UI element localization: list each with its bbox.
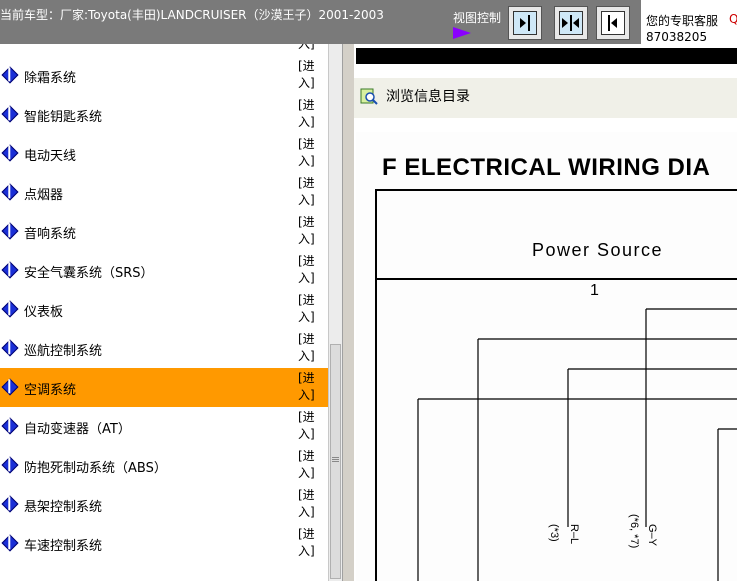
list-item[interactable]: 悬架控制系统 [进入] bbox=[0, 485, 328, 524]
enter-link[interactable]: [进入] bbox=[298, 97, 324, 131]
browse-catalog-icon[interactable] bbox=[360, 87, 378, 105]
system-list: 入] 除霜系统 [进入] 智能钥匙系统 [进入] 电动天线 [进入] 点烟器 [进入] 音响系统… bbox=[0, 44, 328, 581]
list-item[interactable]: 车速控制系统 [进入] bbox=[0, 524, 328, 563]
book-icon bbox=[1, 300, 19, 318]
list-item[interactable]: 音响系统 [进入] bbox=[0, 212, 328, 251]
list-item-label[interactable]: 电动天线 bbox=[24, 145, 76, 164]
expand-right-icon bbox=[513, 11, 537, 35]
connector-number: 1 bbox=[590, 282, 599, 299]
book-icon bbox=[1, 105, 19, 123]
wire-label: (*6, *7) bbox=[628, 514, 640, 549]
enter-link[interactable]: [进入] bbox=[298, 58, 324, 92]
enter-link[interactable]: [进入] bbox=[298, 331, 324, 365]
list-item[interactable]: 防抱死制动系统（ABS） [进入] bbox=[0, 446, 328, 485]
list-item-label[interactable]: 点烟器 bbox=[24, 184, 63, 203]
list-item[interactable]: 电动天线 [进入] bbox=[0, 134, 328, 173]
book-icon bbox=[1, 261, 19, 279]
list-item[interactable]: 空调系统 [进入] bbox=[0, 368, 328, 407]
current-car-model: 当前车型：厂家:Toyota(丰田)LANDCRUISER（沙漠王子）2001-… bbox=[0, 8, 384, 22]
diagram-title: F ELECTRICAL WIRING DIA bbox=[382, 154, 711, 181]
list-item-label[interactable]: 空调系统 bbox=[24, 379, 76, 398]
list-item[interactable]: 自动变速器（AT） [进入] bbox=[0, 407, 328, 446]
list-item[interactable]: 除霜系统 [进入] bbox=[0, 56, 328, 95]
list-item-label[interactable]: 仪表板 bbox=[24, 301, 63, 320]
book-icon bbox=[1, 66, 19, 84]
wire-label: (*3) bbox=[548, 524, 560, 542]
list-item-label[interactable]: 安全气囊系统（SRS） bbox=[24, 262, 154, 281]
list-scrollbar[interactable] bbox=[328, 44, 342, 581]
support-number: 87038205 bbox=[646, 30, 708, 44]
book-icon bbox=[1, 144, 19, 162]
list-item-label[interactable]: 巡航控制系统 bbox=[24, 340, 102, 359]
book-icon bbox=[1, 378, 19, 396]
enter-link[interactable]: [进入] bbox=[298, 409, 324, 443]
list-item-label[interactable]: 智能钥匙系统 bbox=[24, 106, 102, 125]
enter-link[interactable]: [进入] bbox=[298, 292, 324, 326]
list-item[interactable]: 点烟器 [进入] bbox=[0, 173, 328, 212]
diagram-header-strip bbox=[356, 48, 737, 64]
view-control-label: 视图控制 bbox=[453, 11, 502, 25]
scrollbar-thumb[interactable] bbox=[330, 344, 341, 579]
list-item-label[interactable]: 除霜系统 bbox=[24, 67, 76, 86]
book-icon bbox=[1, 339, 19, 357]
split-view-icon bbox=[559, 11, 583, 35]
wire-label: G–Y bbox=[646, 524, 658, 547]
book-icon bbox=[1, 222, 19, 240]
support-label: 您的专职客服 bbox=[646, 14, 719, 28]
enter-link[interactable]: [进入] bbox=[298, 448, 324, 482]
view-control-arrow-icon bbox=[453, 27, 471, 39]
enter-link[interactable]: [进入] bbox=[298, 253, 324, 287]
wiring-diagram-lines bbox=[375, 189, 737, 581]
list-item[interactable]: 安全气囊系统（SRS） [进入] bbox=[0, 251, 328, 290]
list-item-enter-fragment[interactable]: 入] bbox=[298, 44, 315, 53]
support-panel: 您的专职客服 87038205 Q bbox=[641, 0, 737, 44]
book-icon bbox=[1, 534, 19, 552]
expand-left-pane-button[interactable] bbox=[596, 6, 630, 40]
list-item-label[interactable]: 音响系统 bbox=[24, 223, 76, 242]
power-source-label: Power Source bbox=[532, 240, 664, 260]
enter-link[interactable]: [进入] bbox=[298, 175, 324, 209]
book-icon bbox=[1, 183, 19, 201]
browse-catalog-link[interactable]: 浏览信息目录 bbox=[386, 86, 470, 106]
pane-splitter[interactable] bbox=[342, 44, 354, 581]
enter-link[interactable]: [进入] bbox=[298, 370, 324, 404]
enter-link[interactable]: [进入] bbox=[298, 136, 324, 170]
wire-label: R–L bbox=[568, 524, 580, 545]
browse-toolbar: 浏览信息目录 bbox=[354, 78, 737, 118]
book-icon bbox=[1, 456, 19, 474]
list-item-label[interactable]: 悬架控制系统 bbox=[24, 496, 102, 515]
wiring-diagram: F ELECTRICAL WIRING DIA Power Source 1 (… bbox=[356, 132, 737, 581]
top-bar: 当前车型：厂家:Toyota(丰田)LANDCRUISER（沙漠王子）2001-… bbox=[0, 0, 737, 44]
list-item-label[interactable]: 防抱死制动系统（ABS） bbox=[24, 457, 167, 476]
split-view-button[interactable] bbox=[554, 6, 588, 40]
list-item-label[interactable]: 自动变速器（AT） bbox=[24, 418, 131, 437]
list-item[interactable]: 智能钥匙系统 [进入] bbox=[0, 95, 328, 134]
list-item[interactable]: 仪表板 [进入] bbox=[0, 290, 328, 329]
enter-link[interactable]: [进入] bbox=[298, 214, 324, 248]
list-item-label[interactable]: 车速控制系统 bbox=[24, 535, 102, 554]
book-icon bbox=[1, 495, 19, 513]
book-icon bbox=[1, 417, 19, 435]
list-item[interactable]: 巡航控制系统 [进入] bbox=[0, 329, 328, 368]
expand-right-pane-button[interactable] bbox=[508, 6, 542, 40]
enter-link[interactable]: [进入] bbox=[298, 526, 324, 560]
diagram-pane: 浏览信息目录 F ELECTRICAL WIRING DIA Power Sou… bbox=[354, 44, 737, 581]
expand-left-icon bbox=[601, 11, 625, 35]
enter-link[interactable]: [进入] bbox=[298, 487, 324, 521]
support-qq-link[interactable]: Q bbox=[729, 12, 737, 26]
